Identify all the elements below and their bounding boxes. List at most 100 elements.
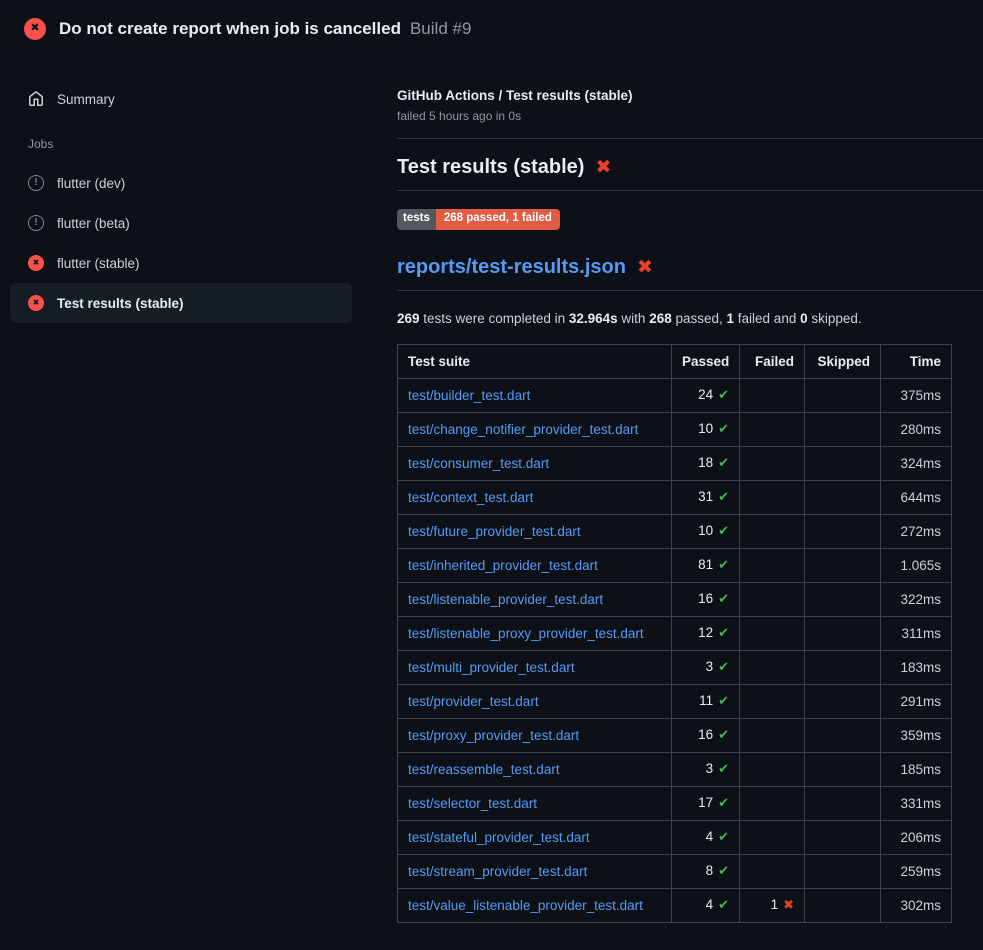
test-suite-link[interactable]: test/context_test.dart: [408, 490, 533, 505]
test-suite-link[interactable]: test/builder_test.dart: [408, 388, 530, 403]
failed-status-icon: ✖: [28, 255, 44, 271]
passed-cell: 3✔: [672, 650, 740, 684]
passed-cell: 81✔: [672, 548, 740, 582]
test-suite-link[interactable]: test/selector_test.dart: [408, 796, 537, 811]
column-skipped: Skipped: [805, 344, 881, 378]
pass-check-icon: ✔: [718, 455, 729, 470]
column-test-suite: Test suite: [398, 344, 672, 378]
failed-cell: [740, 854, 805, 888]
skipped-cell: [805, 378, 881, 412]
summary-segment: 268: [649, 311, 672, 326]
time-cell: 375ms: [881, 378, 952, 412]
test-suite-link[interactable]: test/inherited_provider_test.dart: [408, 558, 598, 573]
test-suite-link[interactable]: test/provider_test.dart: [408, 694, 539, 709]
run-title: Do not create report when job is cancell…: [59, 19, 401, 39]
summary-segment: tests were completed in: [420, 311, 569, 326]
pass-check-icon: ✔: [718, 761, 729, 776]
failed-cell: [740, 412, 805, 446]
skipped-cell: [805, 752, 881, 786]
table-row: test/listenable_proxy_provider_test.dart…: [398, 616, 952, 650]
failed-cell: [740, 718, 805, 752]
time-cell: 259ms: [881, 854, 952, 888]
test-suite-link[interactable]: test/change_notifier_provider_test.dart: [408, 422, 638, 437]
failed-cell: [740, 548, 805, 582]
passed-cell: 8✔: [672, 854, 740, 888]
cancelled-status-icon: !: [28, 215, 44, 231]
test-suite-link[interactable]: test/stream_provider_test.dart: [408, 864, 587, 879]
test-results-table: Test suite Passed Failed Skipped Time te…: [397, 344, 952, 923]
test-suite-link[interactable]: test/reassemble_test.dart: [408, 762, 560, 777]
job-label: flutter (dev): [57, 176, 125, 191]
summary-line: 269 tests were completed in 32.964s with…: [397, 311, 983, 326]
failed-cell: [740, 446, 805, 480]
sidebar-job-item[interactable]: ✖ flutter (stable): [10, 243, 352, 283]
pass-check-icon: ✔: [718, 727, 729, 742]
failed-cell: [740, 820, 805, 854]
passed-cell: 4✔: [672, 888, 740, 922]
time-cell: 206ms: [881, 820, 952, 854]
passed-cell: 3✔: [672, 752, 740, 786]
table-row: test/value_listenable_provider_test.dart…: [398, 888, 952, 922]
sidebar-item-summary[interactable]: Summary: [10, 79, 352, 119]
sidebar-job-item[interactable]: ! flutter (beta): [10, 203, 352, 243]
test-suite-link[interactable]: test/future_provider_test.dart: [408, 524, 581, 539]
failed-cell: [740, 650, 805, 684]
time-cell: 1.065s: [881, 548, 952, 582]
section-title-text: Test results (stable): [397, 156, 584, 179]
test-suite-link[interactable]: test/listenable_provider_test.dart: [408, 592, 603, 607]
report-file-name: reports/test-results.json: [397, 256, 626, 279]
badge-label: tests: [397, 209, 436, 230]
time-cell: 185ms: [881, 752, 952, 786]
failed-cell: [740, 582, 805, 616]
time-cell: 331ms: [881, 786, 952, 820]
run-status-line: failed 5 hours ago in 0s: [397, 109, 983, 123]
test-suite-link[interactable]: test/stateful_provider_test.dart: [408, 830, 590, 845]
time-cell: 311ms: [881, 616, 952, 650]
time-cell: 272ms: [881, 514, 952, 548]
column-passed: Passed: [672, 344, 740, 378]
summary-segment: 1: [727, 311, 735, 326]
tests-badge: tests 268 passed, 1 failed: [397, 209, 560, 230]
build-number: Build #9: [410, 19, 471, 39]
sidebar: Summary Jobs ! flutter (dev) ! flutter (…: [0, 57, 380, 323]
skipped-cell: [805, 684, 881, 718]
time-cell: 359ms: [881, 718, 952, 752]
time-cell: 183ms: [881, 650, 952, 684]
table-row: test/context_test.dart 31✔ 644ms: [398, 480, 952, 514]
pass-check-icon: ✔: [718, 693, 729, 708]
failed-status-icon: ✖: [28, 295, 44, 311]
report-file-link[interactable]: reports/test-results.json ✖: [397, 256, 983, 279]
test-suite-link[interactable]: test/value_listenable_provider_test.dart: [408, 898, 643, 913]
skipped-cell: [805, 548, 881, 582]
cancelled-status-icon: !: [28, 175, 44, 191]
time-cell: 322ms: [881, 582, 952, 616]
passed-cell: 10✔: [672, 412, 740, 446]
skipped-cell: [805, 820, 881, 854]
test-suite-link[interactable]: test/consumer_test.dart: [408, 456, 549, 471]
passed-cell: 16✔: [672, 582, 740, 616]
sidebar-job-item[interactable]: ✖ Test results (stable): [10, 283, 352, 323]
pass-check-icon: ✔: [718, 829, 729, 844]
skipped-cell: [805, 854, 881, 888]
table-row: test/listenable_provider_test.dart 16✔ 3…: [398, 582, 952, 616]
table-row: test/stateful_provider_test.dart 4✔ 206m…: [398, 820, 952, 854]
failed-cell: [740, 786, 805, 820]
test-suite-link[interactable]: test/proxy_provider_test.dart: [408, 728, 579, 743]
passed-cell: 24✔: [672, 378, 740, 412]
test-suite-link[interactable]: test/listenable_proxy_provider_test.dart: [408, 626, 644, 641]
pass-check-icon: ✔: [718, 795, 729, 810]
job-label: flutter (stable): [57, 256, 140, 271]
divider: [397, 190, 983, 191]
test-suite-link[interactable]: test/multi_provider_test.dart: [408, 660, 575, 675]
summary-segment: skipped.: [808, 311, 862, 326]
passed-cell: 10✔: [672, 514, 740, 548]
sidebar-job-item[interactable]: ! flutter (dev): [10, 163, 352, 203]
failed-cell: [740, 480, 805, 514]
skipped-cell: [805, 888, 881, 922]
failed-cross-icon: ✖: [595, 158, 611, 177]
badge-value: 268 passed, 1 failed: [436, 209, 560, 230]
main-content: GitHub Actions / Test results (stable) f…: [380, 57, 983, 923]
summary-segment: 0: [800, 311, 808, 326]
jobs-list: ! flutter (dev) ! flutter (beta) ✖ flutt…: [0, 163, 380, 323]
section-title: Test results (stable) ✖: [397, 156, 983, 179]
